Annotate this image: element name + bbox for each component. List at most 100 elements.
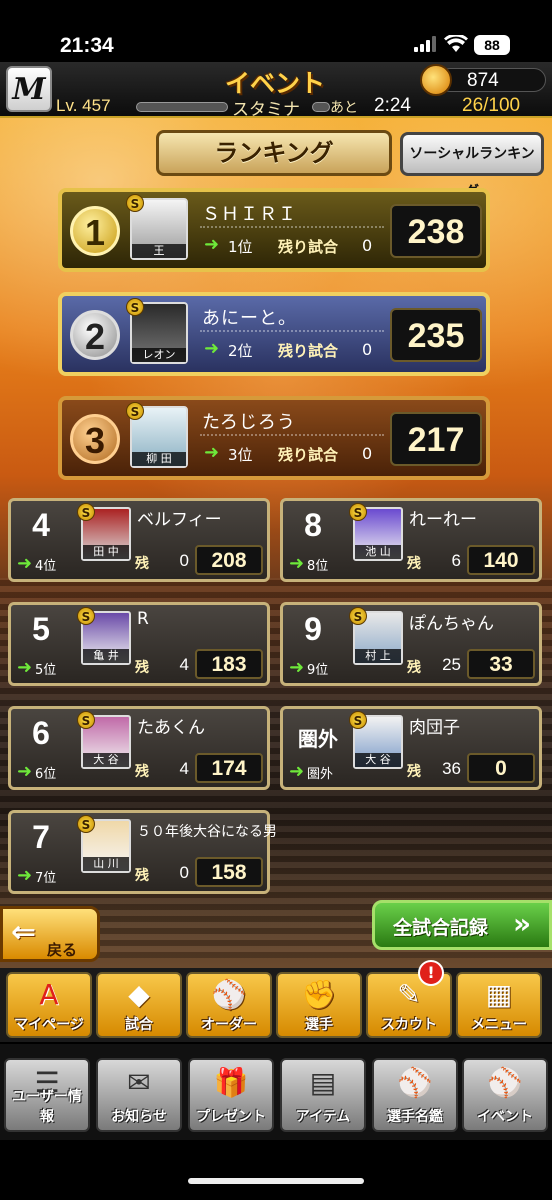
- rank-label: 2位: [228, 342, 253, 360]
- ranking-card-4[interactable]: 4 ➜ 4位 S 田 中 ベルフィー 残 0 208: [8, 498, 270, 582]
- clock: 21:34: [60, 34, 114, 57]
- cellular-signal-icon: [414, 36, 436, 52]
- nav-present[interactable]: 🎁 プレゼント: [188, 1058, 274, 1132]
- ranking-card-1[interactable]: 1 S 王 ＳＨＩＲＩ ➜ 1位 残り試合 0 238: [58, 188, 490, 272]
- ranking-card-7[interactable]: 7 ➜ 7位 S 山 川 ５０年後大谷になる男 残 0 158: [8, 810, 277, 894]
- s-rank-badge-icon: S: [77, 711, 95, 729]
- ranking-card-9[interactable]: 9 ➜ 9位 S 村 上 ぽんちゃん 残 25 33: [280, 602, 542, 686]
- menu-icon: ▦: [485, 978, 513, 1011]
- score: 208: [195, 545, 263, 575]
- avatar: S 大 谷: [349, 711, 403, 769]
- s-rank-badge-icon: S: [77, 607, 95, 625]
- score: 238: [390, 204, 482, 258]
- arrow-right-icon: ➜: [204, 338, 220, 359]
- nav-menu[interactable]: ▦ メニュー: [456, 972, 542, 1038]
- s-rank-badge-icon: S: [126, 194, 144, 212]
- remaining-games: 0: [179, 863, 189, 882]
- remaining-games: 36: [442, 759, 461, 778]
- rank-label: 4位: [35, 559, 57, 574]
- rank-number: 6: [32, 715, 50, 751]
- remaining-label: 残: [407, 764, 421, 780]
- score: 158: [195, 857, 263, 887]
- player-name: ＳＨＩＲＩ: [202, 204, 297, 225]
- avatar: S 山 川: [77, 815, 131, 873]
- home-indicator[interactable]: [188, 1178, 364, 1184]
- avatar: S 柳 田: [126, 402, 188, 468]
- arrow-right-icon: ➜: [204, 234, 220, 255]
- nav-event[interactable]: ⚾ イベント: [462, 1058, 548, 1132]
- tab-ranking[interactable]: ランキング: [156, 130, 392, 176]
- nav-user-info[interactable]: ☰ ユーザー情報: [4, 1058, 90, 1132]
- rank-number: 8: [304, 507, 322, 543]
- avatar: S レオン: [126, 298, 188, 364]
- nav-news[interactable]: ✉ お知らせ: [96, 1058, 182, 1132]
- remaining-label: 残り試合: [278, 238, 339, 256]
- player-name: 肉団子: [409, 718, 460, 738]
- gold-medal-icon: 1: [70, 206, 120, 256]
- field-icon: ⚾: [211, 978, 247, 1011]
- stamina-bar: [312, 102, 330, 112]
- s-rank-badge-icon: S: [77, 815, 95, 833]
- player-name: ぽんちゃん: [409, 614, 494, 634]
- score: 33: [467, 649, 535, 679]
- primary-nav: A マイページ ◆ 試合 ⚾ オーダー ✊ 選手 ✎ スカウト ▦ メニュー !: [0, 960, 552, 1042]
- s-rank-badge-icon: S: [126, 298, 144, 316]
- rank-label: 3位: [228, 446, 253, 464]
- stamina-value: 26/100: [462, 95, 521, 116]
- remaining-label: 残り試合: [278, 446, 339, 464]
- nav-mypage[interactable]: A マイページ: [6, 972, 92, 1038]
- ranking-card-8[interactable]: 8 ➜ 8位 S 池 山 れーれー 残 6 140: [280, 498, 542, 582]
- rank-label: 7位: [35, 871, 57, 886]
- s-rank-badge-icon: S: [349, 503, 367, 521]
- nav-items[interactable]: ▤ アイテム: [280, 1058, 366, 1132]
- ranking-card-out-of-rank[interactable]: 圏外 ➜ 圏外 S 大 谷 肉団子 残 36 0: [280, 706, 542, 790]
- player-name: ベルフィー: [137, 510, 222, 530]
- avatar: S 亀 井: [77, 607, 131, 665]
- team-logo[interactable]: M: [6, 66, 52, 112]
- rank-label: 9位: [307, 663, 329, 678]
- rank-number: 7: [32, 819, 50, 855]
- batter-icon: ⚾: [397, 1066, 433, 1099]
- coin-counter: 874: [438, 68, 546, 92]
- coin-value: 874: [467, 70, 499, 91]
- ranking-card-3[interactable]: 3 S 柳 田 たろじろう ➜ 3位 残り試合 0 217: [58, 396, 490, 480]
- battery-icon: 88: [474, 35, 510, 55]
- remaining-games: 4: [179, 759, 189, 778]
- avatar: S 池 山: [349, 503, 403, 561]
- ranking-card-5[interactable]: 5 ➜ 5位 S 亀 井 R 残 4 183: [8, 602, 270, 686]
- recover-label: あと: [330, 100, 358, 116]
- remaining-label: 残: [135, 764, 149, 780]
- nav-player-directory[interactable]: ⚾ 選手名鑑: [372, 1058, 458, 1132]
- score: 0: [467, 753, 535, 783]
- player-name: たあくん: [137, 718, 205, 738]
- rank-label: 圏外: [307, 767, 334, 782]
- rank-label: 5位: [35, 663, 57, 678]
- remaining-label: 残: [135, 660, 149, 676]
- avatar: S 王: [126, 194, 188, 260]
- remaining-games: 0: [362, 444, 373, 463]
- back-arrow-icon: ⇐: [11, 915, 37, 950]
- stadium-icon: ◆: [128, 978, 150, 1011]
- arrow-right-icon: ➜: [289, 657, 305, 678]
- bronze-medal-icon: 3: [70, 414, 120, 464]
- nav-order[interactable]: ⚾ オーダー: [186, 972, 272, 1038]
- score: 183: [195, 649, 263, 679]
- back-button[interactable]: ⇐ 戻る: [0, 906, 100, 962]
- tab-social-ranking[interactable]: ソーシャルランキング: [400, 132, 544, 200]
- avatar: S 田 中: [77, 503, 131, 561]
- wifi-icon: [444, 35, 468, 52]
- arrow-right-icon: ➜: [289, 553, 305, 574]
- remaining-label: 残: [407, 660, 421, 676]
- nav-players[interactable]: ✊ 選手: [276, 972, 362, 1038]
- scout-alert-badge: !: [418, 960, 444, 986]
- all-games-record-button[interactable]: 全試合記録 »: [372, 900, 552, 950]
- ranking-card-2[interactable]: 2 S レオン あにーと。 ➜ 2位 残り試合 0 235: [58, 292, 490, 376]
- mail-icon: ✉: [127, 1066, 151, 1099]
- s-rank-badge-icon: S: [77, 503, 95, 521]
- nav-game[interactable]: ◆ 試合: [96, 972, 182, 1038]
- recover-timer: 2:24: [374, 95, 411, 116]
- s-rank-badge-icon: S: [349, 711, 367, 729]
- avatar: S 大 谷: [77, 711, 131, 769]
- score: 174: [195, 753, 263, 783]
- ranking-card-6[interactable]: 6 ➜ 6位 S 大 谷 たあくん 残 4 174: [8, 706, 270, 790]
